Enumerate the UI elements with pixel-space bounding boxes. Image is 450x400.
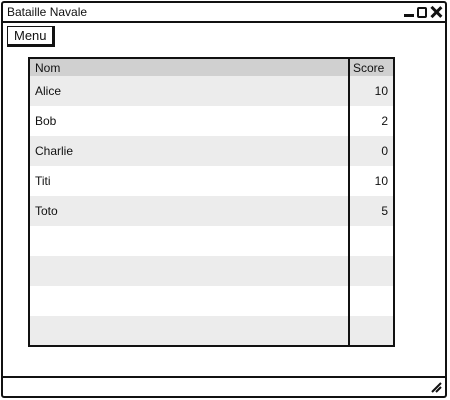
- close-icon[interactable]: [430, 6, 441, 18]
- table-row[interactable]: Bob 2: [30, 106, 393, 136]
- player-name: Alice: [35, 84, 62, 98]
- table-row[interactable]: [30, 286, 393, 316]
- window-title: Bataille Navale: [7, 5, 88, 19]
- player-score: 10: [374, 174, 388, 188]
- player-score: 10: [374, 84, 388, 98]
- player-name: Toto: [35, 204, 58, 218]
- menu-button[interactable]: Menu: [7, 26, 55, 47]
- status-bar: [3, 376, 445, 396]
- app-window: Bataille Navale Menu Nom Score Alice 10 …: [1, 1, 447, 398]
- table-row[interactable]: [30, 226, 393, 256]
- player-score: 0: [381, 144, 388, 158]
- player-score: 5: [381, 204, 388, 218]
- minimize-icon[interactable]: [403, 6, 414, 18]
- table-row[interactable]: [30, 316, 393, 345]
- column-header-name[interactable]: Nom: [35, 61, 60, 75]
- table-row[interactable]: Titi 10: [30, 166, 393, 196]
- table-header: Nom Score: [30, 59, 393, 76]
- title-bar[interactable]: Bataille Navale: [3, 3, 445, 23]
- scores-table: Nom Score Alice 10 Bob 2 Charlie 0 Titi …: [28, 57, 395, 347]
- window-controls: [403, 6, 441, 18]
- column-divider[interactable]: [348, 59, 350, 345]
- table-row[interactable]: [30, 256, 393, 286]
- table-row[interactable]: Alice 10: [30, 76, 393, 106]
- column-header-score[interactable]: Score: [353, 61, 384, 75]
- maximize-icon[interactable]: [417, 6, 427, 18]
- table-body: Alice 10 Bob 2 Charlie 0 Titi 10 Toto 5: [30, 76, 393, 345]
- resize-grip-icon[interactable]: [430, 381, 442, 393]
- table-row[interactable]: Charlie 0: [30, 136, 393, 166]
- player-name: Charlie: [35, 144, 74, 158]
- player-score: 2: [381, 114, 388, 128]
- player-name: Bob: [35, 114, 57, 128]
- player-name: Titi: [35, 174, 51, 188]
- table-row[interactable]: Toto 5: [30, 196, 393, 226]
